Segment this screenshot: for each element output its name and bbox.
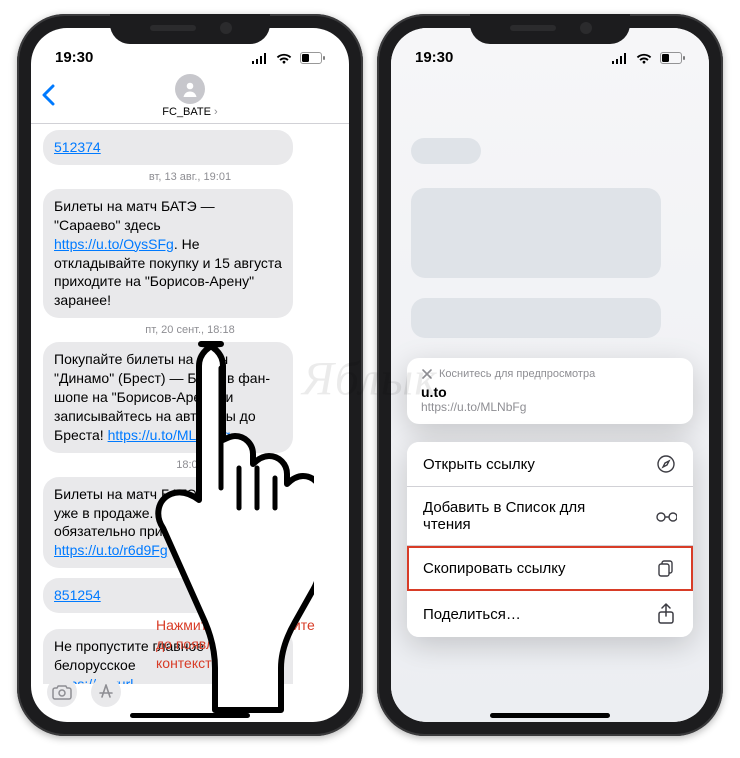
home-indicator[interactable] <box>130 713 250 718</box>
link-preview-card[interactable]: Коснитесь для предпросмотра u.to https:/… <box>407 358 693 424</box>
nav-bar: FC_BATE <box>31 68 349 124</box>
status-icons <box>247 49 325 66</box>
contact-header[interactable]: FC_BATE <box>162 74 217 118</box>
camera-button[interactable] <box>47 677 77 707</box>
instruction-callout: Нажмите и удерживайте до появления конте… <box>156 616 332 673</box>
message-text: Билеты на матч БАТЭ — "Сараево" здесь <box>54 198 215 233</box>
camera-icon <box>52 684 72 700</box>
menu-share[interactable]: Поделиться… <box>407 591 693 637</box>
message-bubble[interactable]: Покупайте билеты на матч "Динамо" (Брест… <box>43 342 293 452</box>
appstore-icon <box>96 682 116 702</box>
preview-hint: Коснитесь для предпросмотра <box>421 368 679 380</box>
menu-label: Поделиться… <box>423 606 521 623</box>
compose-bar <box>31 672 349 712</box>
context-menu: Открыть ссылку Добавить в Список для чте… <box>407 442 693 637</box>
timestamp: вт, 13 авг., 19:01 <box>43 171 337 183</box>
message-link[interactable]: https://u.to/MLNbFg <box>108 427 231 443</box>
menu-add-reading-list[interactable]: Добавить в Список для чтения <box>407 487 693 546</box>
notch <box>470 14 630 44</box>
person-icon <box>181 80 199 98</box>
cellular-icon <box>611 53 628 64</box>
menu-label: Открыть ссылку <box>423 456 535 473</box>
copy-icon <box>655 558 677 578</box>
messages-list[interactable]: 512374 вт, 13 авг., 19:01 Билеты на матч… <box>31 124 349 684</box>
timestamp: 18:01 <box>43 459 337 471</box>
preview-hint-text: Коснитесь для предпросмотра <box>439 368 595 380</box>
apps-button[interactable] <box>91 677 121 707</box>
message-link[interactable]: https://u.to/r6d9Fg <box>54 542 168 558</box>
close-icon[interactable] <box>421 368 433 380</box>
status-icons <box>607 49 685 66</box>
battery-icon <box>300 52 325 64</box>
avatar <box>175 74 205 104</box>
cellular-icon <box>251 53 268 64</box>
message-bubble[interactable]: Билеты на матч БАТЭ — "Сараево" здесь ht… <box>43 189 293 318</box>
status-time: 19:30 <box>415 49 453 66</box>
status-time: 19:30 <box>55 49 93 66</box>
glasses-icon <box>655 509 677 523</box>
battery-icon <box>660 52 685 64</box>
message-text: Билеты на матч БАТЭ — "Гомель" уже в про… <box>54 486 275 540</box>
message-bubble[interactable]: Билеты на матч БАТЭ — "Гомель" уже в про… <box>43 477 293 569</box>
chevron-left-icon <box>41 84 55 106</box>
phone-right: 19:30 Коснитесь для предпросмотра u.to h… <box>377 14 723 736</box>
message-bubble[interactable]: 512374 <box>43 130 293 165</box>
menu-label: Добавить в Список для чтения <box>423 499 623 533</box>
message-bubble[interactable]: 851254 <box>43 578 293 613</box>
wifi-icon <box>636 53 652 64</box>
home-indicator[interactable] <box>490 713 610 718</box>
message-link[interactable]: 851254 <box>54 587 101 603</box>
compass-icon <box>655 454 677 474</box>
menu-copy-link[interactable]: Скопировать ссылку <box>407 546 693 591</box>
back-button[interactable] <box>41 84 55 109</box>
share-icon <box>655 603 677 625</box>
contact-name: FC_BATE <box>162 106 217 118</box>
notch <box>110 14 270 44</box>
screen-context-menu: 19:30 Коснитесь для предпросмотра u.to h… <box>391 28 709 722</box>
preview-url: https://u.to/MLNbFg <box>421 400 679 414</box>
menu-label: Скопировать ссылку <box>423 560 566 577</box>
wifi-icon <box>276 53 292 64</box>
message-link[interactable]: https://u.to/OysSFg <box>54 236 174 252</box>
timestamp: пт, 20 сент., 18:18 <box>43 324 337 336</box>
menu-open-link[interactable]: Открыть ссылку <box>407 442 693 487</box>
message-link[interactable]: 512374 <box>54 139 101 155</box>
preview-title: u.to <box>421 384 679 400</box>
